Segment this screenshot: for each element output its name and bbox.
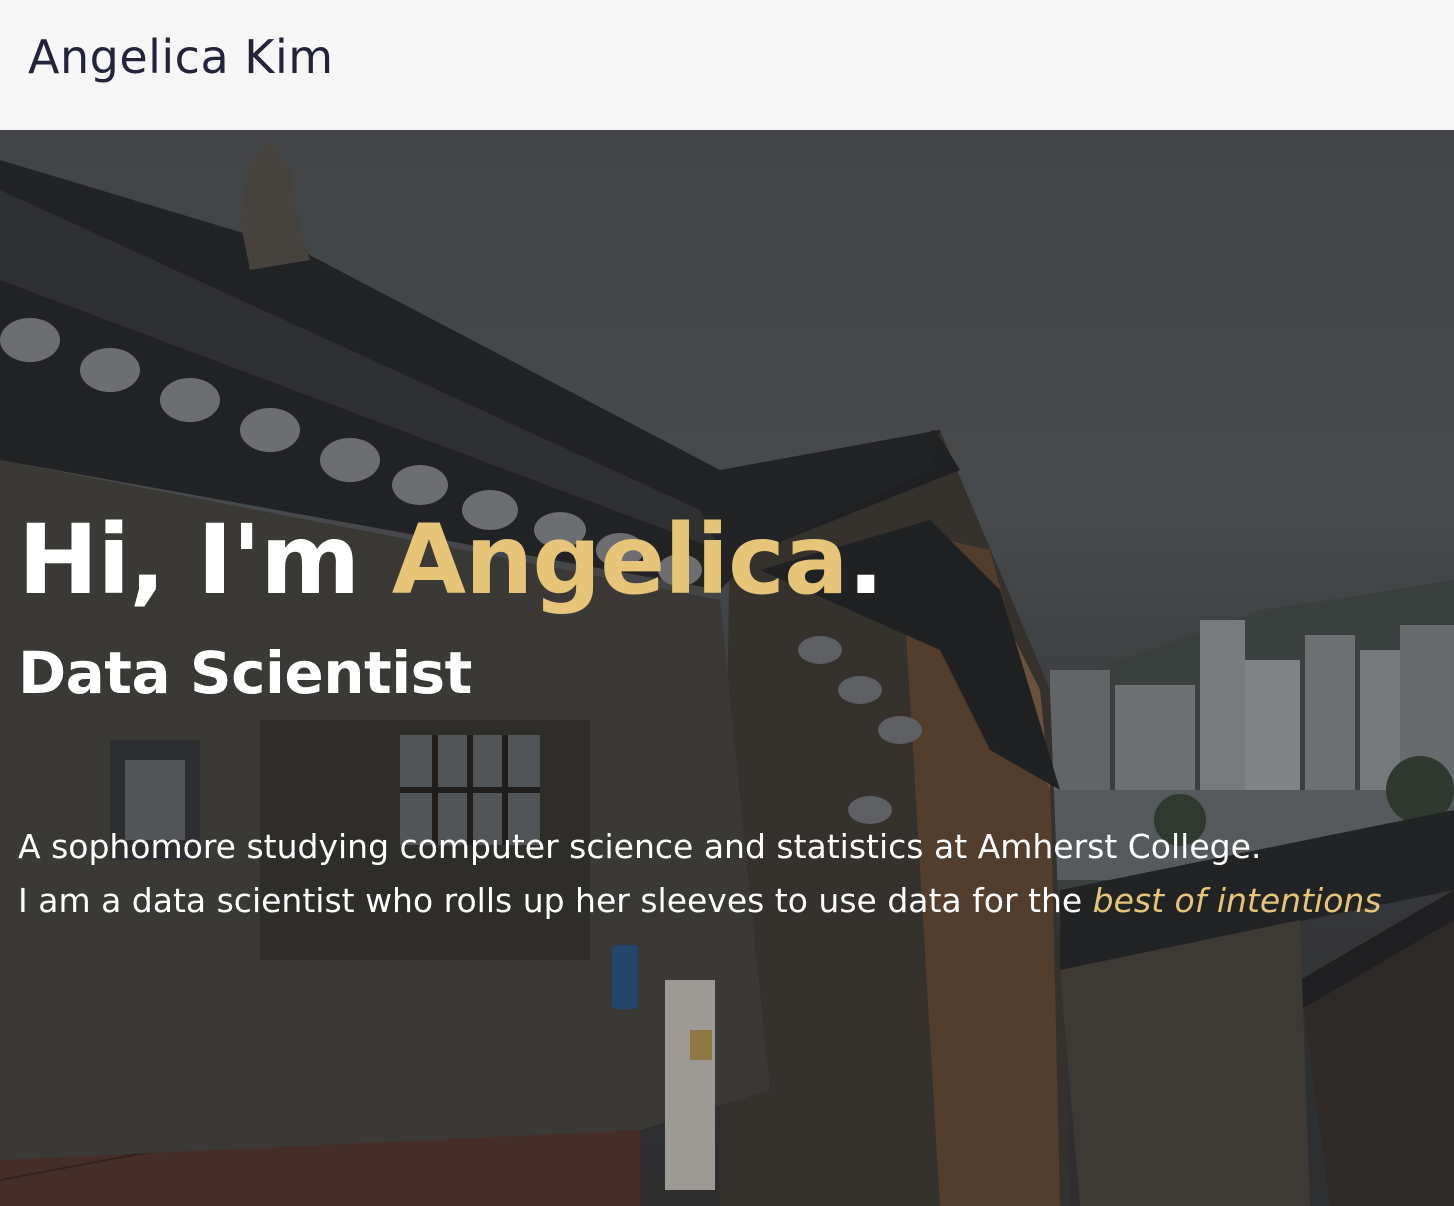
greeting-suffix: . [847, 504, 884, 616]
bio-line-2-text: I am a data scientist who rolls up her s… [18, 881, 1093, 920]
brand-link[interactable]: Angelica Kim [28, 30, 334, 84]
hero-greeting: Hi, I'm Angelica. [18, 502, 1454, 618]
bio-line-2: I am a data scientist who rolls up her s… [18, 874, 1454, 928]
bio-line-2-emphasis: best of intentions [1092, 881, 1382, 920]
hero-content: Hi, I'm Angelica. Data Scientist A sopho… [18, 502, 1454, 928]
hero-role: Data Scientist [18, 639, 472, 707]
hero-bio: A sophomore studying computer science an… [18, 820, 1454, 928]
bio-line-1: A sophomore studying computer science an… [18, 827, 1262, 866]
greeting-name: Angelica [391, 504, 849, 616]
hero-section: Hi, I'm Angelica. Data Scientist A sopho… [0, 130, 1454, 1206]
greeting-prefix: Hi, I'm [18, 504, 392, 616]
navbar: Angelica Kim [0, 0, 1454, 130]
